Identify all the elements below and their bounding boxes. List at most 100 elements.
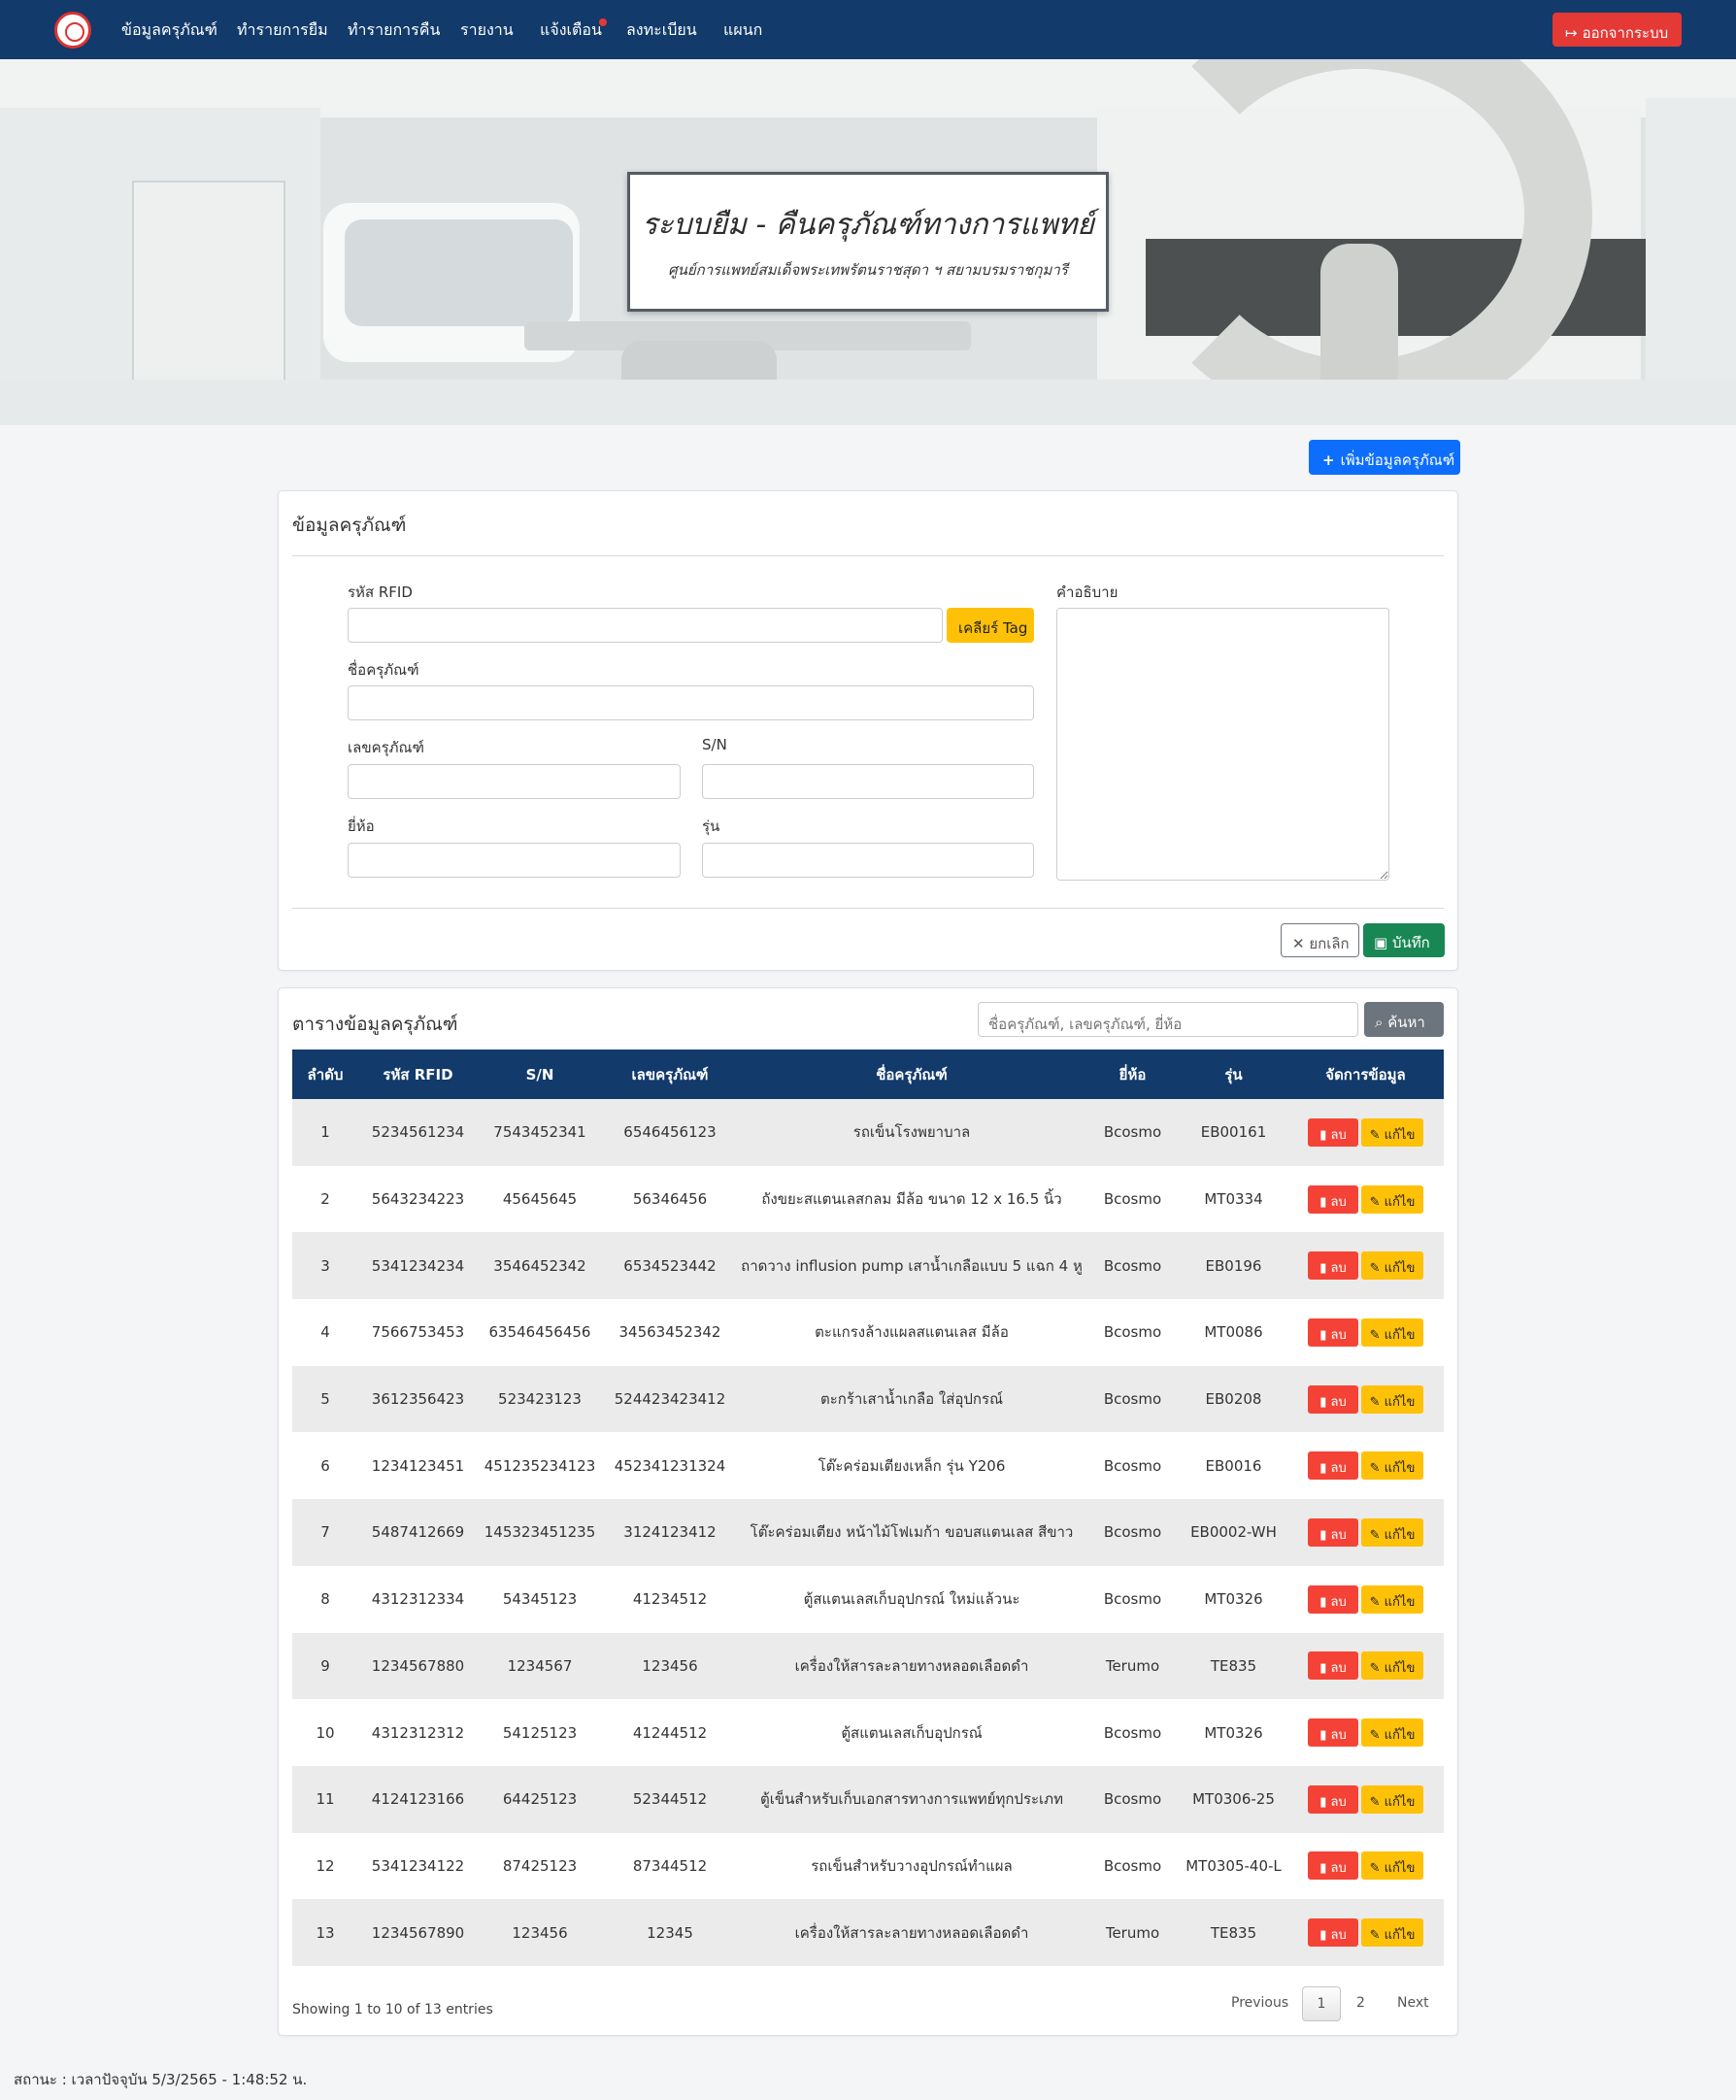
- trash-icon: ▮: [1319, 1661, 1327, 1677]
- model-input[interactable]: [702, 843, 1034, 878]
- table-row[interactable]: 3 5341234234 3546452342 6534523442 ถาดวาง in…: [292, 1232, 1444, 1300]
- cell-no: 2: [292, 1165, 358, 1233]
- delete-button[interactable]: ▮ ลบ: [1308, 1918, 1358, 1948]
- pagination-next[interactable]: Next: [1397, 1986, 1429, 2021]
- delete-label: ลบ: [1330, 1928, 1347, 1944]
- cell-no: 7: [292, 1499, 358, 1566]
- trash-icon: ▮: [1319, 1327, 1327, 1343]
- cell-actions: ▮ ลบ ✎ แก้ไข: [1287, 1632, 1444, 1700]
- delete-button[interactable]: ▮ ลบ: [1308, 1384, 1358, 1414]
- edit-button[interactable]: ✎ แก้ไข: [1361, 1718, 1423, 1748]
- delete-button[interactable]: ▮ ลบ: [1308, 1584, 1358, 1614]
- cell-model: MT0306-25: [1180, 1765, 1287, 1833]
- delete-button[interactable]: ▮ ลบ: [1308, 1851, 1358, 1881]
- table-row[interactable]: 9 1234567880 1234567 123456 เครื่องให้สารละล…: [292, 1632, 1444, 1700]
- nav-department[interactable]: แผนก: [723, 18, 762, 43]
- delete-button[interactable]: ▮ ลบ: [1308, 1251, 1358, 1281]
- search-button[interactable]: ⌕ ค้นหา: [1364, 1002, 1444, 1037]
- nav-return[interactable]: ทำรายการคืน: [348, 18, 440, 43]
- sign-out-icon: ↦: [1565, 24, 1578, 42]
- delete-button[interactable]: ▮ ลบ: [1308, 1317, 1358, 1347]
- hero-door: [132, 181, 285, 409]
- cell-rfid: 7566753453: [358, 1299, 478, 1366]
- rfid-input[interactable]: [348, 608, 943, 643]
- table-title: ตารางข้อมูลครุภัณฑ์: [292, 1014, 458, 1035]
- table-row[interactable]: 4 7566753453 63546456456 34563452342 ตะแกรงล…: [292, 1299, 1444, 1366]
- table-row[interactable]: 2 5643234223 45645645 56346456 ถังขยะสแตนเลส…: [292, 1165, 1444, 1233]
- nav-notification[interactable]: แจ้งเตือน: [540, 18, 602, 43]
- cell-model: EB0208: [1180, 1365, 1287, 1433]
- edit-button[interactable]: ✎ แก้ไข: [1361, 1784, 1423, 1814]
- nav-borrow[interactable]: ทำรายการยืม: [237, 18, 328, 43]
- hospital-logo[interactable]: [54, 12, 91, 49]
- sn-input[interactable]: [702, 764, 1034, 799]
- col-header-rfid[interactable]: รหัส RFID: [358, 1050, 478, 1099]
- col-header-model[interactable]: รุ่น: [1180, 1050, 1287, 1099]
- pagination-page-2[interactable]: 2: [1356, 1986, 1365, 2021]
- pagination-previous[interactable]: Previous: [1231, 1986, 1288, 2021]
- delete-button[interactable]: ▮ ลบ: [1308, 1117, 1358, 1147]
- edit-button[interactable]: ✎ แก้ไข: [1361, 1251, 1423, 1281]
- table-row[interactable]: 5 3612356423 523423123 524423423412 ตะกร้าเส…: [292, 1365, 1444, 1433]
- hero-banner: ระบบยืม - คืนครุภัณฑ์ทางการแพทย์ ศูนย์กา…: [0, 59, 1736, 425]
- table-row[interactable]: 8 4312312334 54345123 41234512 ตู้สแตนเลสเก็…: [292, 1565, 1444, 1633]
- edit-button[interactable]: ✎ แก้ไข: [1361, 1184, 1423, 1214]
- brand-label: ยี่ห้อ: [348, 817, 375, 835]
- cell-rfid: 5487412669: [358, 1499, 478, 1566]
- col-header-name[interactable]: ชื่อครุภัณฑ์: [738, 1050, 1085, 1099]
- search-input[interactable]: [978, 1002, 1358, 1037]
- col-header-sn[interactable]: S/N: [478, 1050, 602, 1099]
- table-row[interactable]: 12 5341234122 87425123 87344512 รถเข็นสำหรับ…: [292, 1832, 1444, 1900]
- cancel-button[interactable]: ✕ ยกเลิก: [1281, 923, 1359, 957]
- description-textarea[interactable]: [1056, 608, 1389, 881]
- edit-button[interactable]: ✎ แก้ไข: [1361, 1851, 1423, 1881]
- edit-label: แก้ไข: [1384, 1661, 1416, 1677]
- name-input[interactable]: [348, 685, 1034, 720]
- delete-button[interactable]: ▮ ลบ: [1308, 1451, 1358, 1481]
- edit-button[interactable]: ✎ แก้ไข: [1361, 1584, 1423, 1614]
- edit-button[interactable]: ✎ แก้ไข: [1361, 1651, 1423, 1681]
- table-row[interactable]: 11 4124123166 64425123 52344512 ตู้เข็นสำหรั…: [292, 1765, 1444, 1833]
- save-button[interactable]: ▣ บันทึก: [1363, 923, 1445, 957]
- delete-button[interactable]: ▮ ลบ: [1308, 1784, 1358, 1814]
- col-header-actions: จัดการข้อมูล: [1287, 1050, 1444, 1099]
- table-row[interactable]: 1 5234561234 7543452341 6546456123 รถเข็นโรง…: [292, 1099, 1444, 1166]
- add-equipment-button[interactable]: + เพิ่มข้อมูลครุภัณฑ์: [1309, 440, 1460, 475]
- nav-equipment[interactable]: ข้อมูลครุภัณฑ์: [121, 18, 217, 43]
- edit-button[interactable]: ✎ แก้ไข: [1361, 1517, 1423, 1547]
- asset-no-input[interactable]: [348, 764, 681, 799]
- edit-button[interactable]: ✎ แก้ไข: [1361, 1317, 1423, 1347]
- table-row[interactable]: 13 1234567890 123456 12345 เครื่องให้สารละลา…: [292, 1899, 1444, 1966]
- search-icon: ⌕: [1375, 1014, 1384, 1031]
- table-row[interactable]: 7 5487412669 145323451235 3124123412 โต๊ะคร่…: [292, 1499, 1444, 1566]
- table-row[interactable]: 10 4312312312 54125123 41244512 ตู้สแตนเลสเก…: [292, 1699, 1444, 1766]
- delete-button[interactable]: ▮ ลบ: [1308, 1517, 1358, 1547]
- nav-report[interactable]: รายงาน: [460, 18, 514, 43]
- edit-button[interactable]: ✎ แก้ไข: [1361, 1384, 1423, 1414]
- nav-register[interactable]: ลงทะเบียน: [626, 18, 697, 43]
- col-header-brand[interactable]: ยี่ห้อ: [1085, 1050, 1180, 1099]
- edit-button[interactable]: ✎ แก้ไข: [1361, 1918, 1423, 1948]
- pagination-page-1[interactable]: 1: [1302, 1986, 1341, 2021]
- cell-no: 13: [292, 1899, 358, 1966]
- cell-sn: 523423123: [478, 1365, 602, 1433]
- trash-icon: ▮: [1319, 1928, 1327, 1944]
- edit-button[interactable]: ✎ แก้ไข: [1361, 1117, 1423, 1147]
- cell-asset-no: 452341231324: [602, 1432, 738, 1500]
- delete-button[interactable]: ▮ ลบ: [1308, 1718, 1358, 1748]
- edit-button[interactable]: ✎ แก้ไข: [1361, 1451, 1423, 1481]
- trash-icon: ▮: [1319, 1261, 1327, 1277]
- delete-button[interactable]: ▮ ลบ: [1308, 1184, 1358, 1214]
- clear-tag-button[interactable]: เคลียร์ Tag: [947, 608, 1034, 643]
- edit-label: แก้ไข: [1384, 1461, 1416, 1477]
- hero-subtitle: ศูนย์การแพทย์สมเด็จพระเทพรัตนราชสุดา ฯ ส…: [668, 261, 1068, 279]
- logout-button[interactable]: ↦ ออกจากระบบ: [1552, 13, 1682, 47]
- trash-icon: ▮: [1319, 1794, 1327, 1810]
- cell-asset-no: 6546456123: [602, 1099, 738, 1166]
- table-row[interactable]: 6 1234123451 451235234123 452341231324 โต๊ะค…: [292, 1432, 1444, 1500]
- col-header-no[interactable]: ลำดับ: [292, 1050, 358, 1099]
- delete-button[interactable]: ▮ ลบ: [1308, 1651, 1358, 1681]
- col-header-asset-no[interactable]: เลขครุภัณฑ์: [602, 1050, 738, 1099]
- brand-input[interactable]: [348, 843, 681, 878]
- cell-name: โต๊ะคร่อมเตียงเหล็ก รุ่น Y206: [738, 1432, 1085, 1500]
